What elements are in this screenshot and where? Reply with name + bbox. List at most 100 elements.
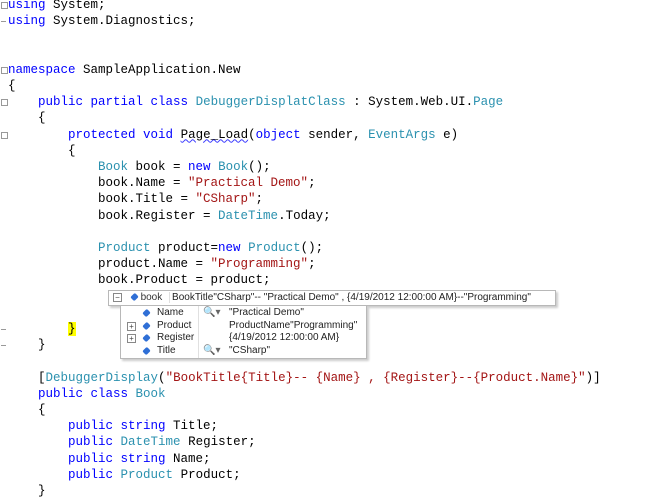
magnifier-icon[interactable]: 🔍▾ xyxy=(203,345,220,357)
code-token-plain: ; xyxy=(255,192,264,207)
code-token-plain: book.Name = xyxy=(8,176,189,191)
datatip-member-row[interactable]: + Register {4/19/2012 12:00:00 AM} xyxy=(121,332,366,344)
code-line[interactable]: Book book = new Book(); xyxy=(8,159,271,175)
code-line[interactable]: product.Name = "Programming"; xyxy=(8,256,316,272)
outline-collapse-icon[interactable] xyxy=(1,99,8,107)
code-token-plain: { xyxy=(8,111,46,126)
code-line[interactable]: book.Register = DateTime.Today; xyxy=(8,208,331,224)
code-token-kw: public xyxy=(68,467,114,482)
code-line[interactable]: } xyxy=(8,337,46,353)
code-line[interactable]: book.Name = "Practical Demo"; xyxy=(8,175,316,191)
code-token-plain: Register; xyxy=(180,435,256,450)
code-line[interactable]: public partial class DebuggerDisplatClas… xyxy=(8,94,503,110)
code-token-plain: { xyxy=(8,403,46,417)
member-name: Register xyxy=(157,332,195,343)
code-token-str: "BookTitle{Title}-- {Name} , {Register}-… xyxy=(165,370,586,385)
datatip-members: Name 🔍▾ "Practical Demo" + Product ProductNam… xyxy=(120,305,367,359)
member-value: {4/19/2012 12:00:00 AM} xyxy=(229,332,340,343)
code-token-type: DateTime xyxy=(120,435,181,450)
code-token-kw: public class xyxy=(38,386,129,401)
code-line[interactable]: { xyxy=(8,110,46,126)
code-token-str: "Programming" xyxy=(210,257,309,272)
datatip-member-row[interactable]: Title 🔍▾ "CSharp" xyxy=(121,345,366,357)
code-token-kw: namespace xyxy=(8,62,76,77)
code-line[interactable]: Product product=new Product(); xyxy=(8,240,323,256)
code-line[interactable]: namespace SampleApplication.New xyxy=(8,62,241,78)
field-icon xyxy=(142,308,151,318)
code-line[interactable]: using System.Diagnostics; xyxy=(8,13,196,29)
code-token-type: Book xyxy=(98,160,129,174)
code-line[interactable]: } xyxy=(8,321,76,337)
code-editor[interactable]: using System; using System.Diagnostics; na… xyxy=(0,0,650,502)
code-token-kw: new xyxy=(218,241,241,255)
code-token-kw: using xyxy=(8,0,46,12)
member-value: "Practical Demo" xyxy=(229,307,304,318)
code-token-kw: object xyxy=(255,127,301,142)
datatip-member-row[interactable]: Name 🔍▾ "Practical Demo" xyxy=(121,307,366,319)
code-line[interactable]: using System; xyxy=(8,0,106,13)
code-line[interactable]: { xyxy=(8,402,46,418)
code-token-plain: ; xyxy=(308,257,316,272)
code-line[interactable]: public Product Product; xyxy=(8,467,241,483)
code-token-type: DateTime xyxy=(218,208,279,223)
code-token-kw: new xyxy=(188,160,211,174)
code-line[interactable]: public class Book xyxy=(8,386,166,402)
expand-icon[interactable]: + xyxy=(127,321,136,331)
code-line[interactable]: public DateTime Register; xyxy=(8,434,256,450)
code-token-plain: { xyxy=(8,143,76,158)
code-line[interactable]: } xyxy=(8,483,46,499)
code-token-type: EventArgs xyxy=(368,127,436,142)
collapse-icon[interactable]: − xyxy=(113,292,122,302)
code-line[interactable]: { xyxy=(8,78,16,94)
code-token-hl: } xyxy=(68,322,76,336)
outline-collapse-icon[interactable] xyxy=(1,66,8,74)
field-icon xyxy=(142,333,151,343)
field-icon xyxy=(130,293,139,302)
code-token-plain: Name; xyxy=(165,451,211,466)
code-token-type: DebuggerDisplatClass xyxy=(195,95,346,110)
outline-end-marker xyxy=(1,345,6,347)
member-value: ProductName"Programming" xyxy=(229,319,358,331)
code-line[interactable]: public string Title; xyxy=(8,418,218,434)
code-token-plain: ( xyxy=(158,370,166,385)
datatip[interactable]: − book BookTitle"CSharp"-- "Practical De… xyxy=(108,290,556,306)
datatip-variable: book xyxy=(140,292,163,303)
outline-collapse-icon[interactable] xyxy=(1,131,8,139)
outline-end-marker xyxy=(1,329,6,330)
code-token-plain: book.Register = xyxy=(8,208,219,223)
code-line[interactable]: public string Name; xyxy=(8,451,211,467)
code-line[interactable]: { xyxy=(8,143,76,159)
code-token-plain: ; xyxy=(308,176,316,191)
code-line[interactable]: book.Title = "CSharp"; xyxy=(8,191,263,207)
code-token-plain: book.Product = product; xyxy=(8,273,271,288)
code-token-squiggle: Page_Load xyxy=(180,127,249,142)
datatip-member-row[interactable]: + Product ProductName"Programming" xyxy=(121,320,366,332)
outline-collapse-icon[interactable] xyxy=(1,2,8,9)
code-token-plain: product= xyxy=(150,241,219,255)
code-token-type: Product xyxy=(98,241,151,255)
code-line[interactable]: book.Product = product; xyxy=(8,272,271,288)
code-token-plain: (); xyxy=(300,241,324,255)
member-name: Title xyxy=(157,344,176,356)
expand-icon[interactable]: + xyxy=(127,334,136,343)
code-token-plain: product.Name = xyxy=(8,257,211,272)
outline-end-marker xyxy=(1,21,6,23)
code-token-str: "Practical Demo" xyxy=(188,176,309,191)
code-line[interactable]: protected void Page_Load(object sender, … xyxy=(8,127,458,143)
code-token-type: Page xyxy=(473,95,504,110)
code-line[interactable]: [DebuggerDisplay("BookTitle{Title}-- {Na… xyxy=(8,370,601,386)
magnifier-icon[interactable]: 🔍▾ xyxy=(203,307,220,319)
code-token-plain: book.Title = xyxy=(8,192,196,207)
